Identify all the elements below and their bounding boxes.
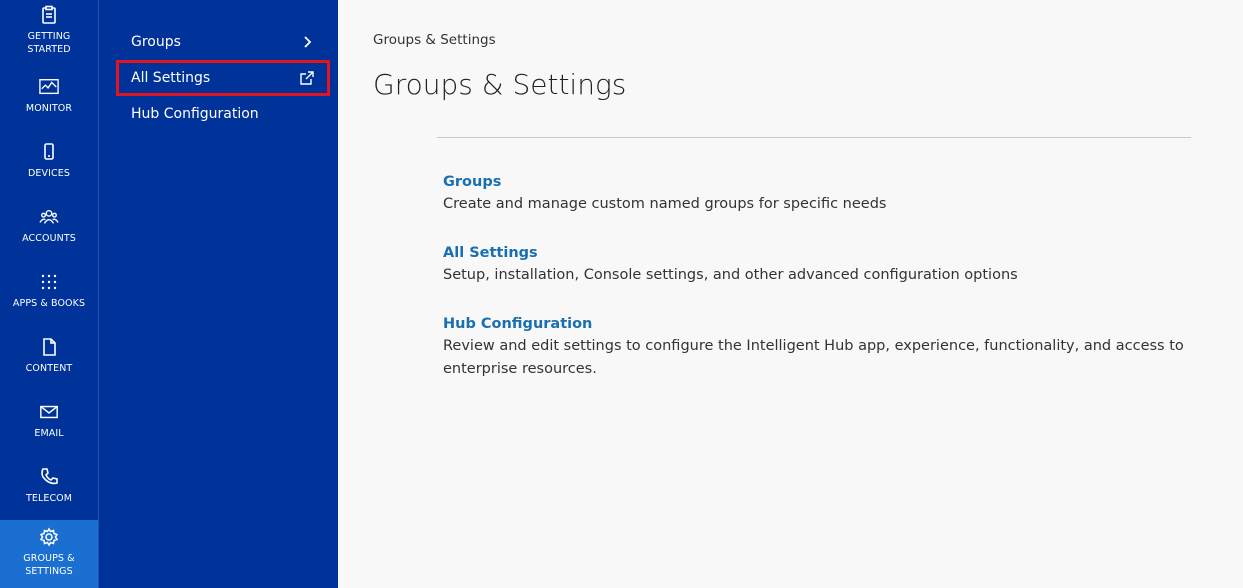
entry-all-settings-description: Setup, installation, Console settings, a… [443, 267, 1018, 283]
subnav-item-groups[interactable]: Groups [119, 27, 327, 57]
nav-accounts[interactable]: ACCOUNTS [0, 206, 98, 245]
nav-apps-books[interactable]: APPS & BOOKS [0, 271, 98, 310]
entry-groups-link[interactable]: Groups [443, 174, 501, 190]
nav-devices-label: DEVICES [28, 168, 70, 179]
envelope-icon [38, 401, 60, 423]
subnav-item-groups-label: Groups [131, 34, 181, 50]
monitor-chart-icon [38, 76, 60, 98]
users-icon [38, 206, 60, 228]
nav-email-label: EMAIL [34, 428, 64, 439]
entry-groups-description: Create and manage custom named groups fo… [443, 196, 887, 212]
entry-all-settings-link[interactable]: All Settings [443, 245, 538, 261]
nav-monitor-label: MONITOR [25, 103, 73, 114]
main-content: Groups & Settings Groups & Settings Grou… [337, 0, 1243, 588]
entry-all-settings: All Settings Setup, installation, Consol… [443, 244, 1243, 287]
subnav-item-hub-configuration-label: Hub Configuration [131, 106, 259, 122]
nav-getting-started-label: GETTING STARTED [27, 31, 71, 55]
entry-hub-configuration-description: Review and edit settings to configure th… [443, 338, 1184, 377]
nav-telecom[interactable]: TELECOM [0, 466, 98, 505]
subnav-item-all-settings-label: All Settings [131, 70, 211, 86]
breadcrumb: Groups & Settings [373, 32, 496, 48]
external-link-icon [299, 70, 315, 86]
main-nav-rail: GETTING STARTED MONITOR DEVICES ACCOUNTS … [0, 0, 98, 588]
clipboard-icon [38, 4, 60, 26]
entry-hub-configuration: Hub Configuration Review and edit settin… [443, 315, 1243, 381]
nav-groups-settings[interactable]: GROUPS & SETTINGS [0, 520, 98, 588]
nav-email[interactable]: EMAIL [0, 401, 98, 440]
subnav-item-all-settings[interactable]: All Settings [116, 60, 330, 96]
nav-getting-started[interactable]: GETTING STARTED [0, 4, 98, 56]
page-title: Groups & Settings [373, 68, 627, 101]
nav-content[interactable]: CONTENT [0, 336, 98, 375]
chevron-right-icon [299, 34, 315, 50]
nav-monitor[interactable]: MONITOR [0, 76, 98, 115]
subnav-item-hub-configuration[interactable]: Hub Configuration [119, 99, 327, 129]
nav-accounts-label: ACCOUNTS [22, 233, 76, 244]
telephone-icon [38, 466, 60, 488]
gear-icon [38, 526, 60, 548]
nav-apps-books-label: APPS & BOOKS [12, 298, 86, 309]
divider [437, 137, 1191, 138]
nav-telecom-label: TELECOM [25, 493, 73, 504]
entry-groups: Groups Create and manage custom named gr… [443, 173, 1243, 216]
document-icon [38, 336, 60, 358]
entry-hub-configuration-link[interactable]: Hub Configuration [443, 316, 592, 332]
nav-groups-settings-label: GROUPS & SETTINGS [23, 553, 75, 577]
nav-devices[interactable]: DEVICES [0, 141, 98, 180]
groups-settings-subnav: Groups All Settings Hub Configuration [98, 0, 338, 588]
grid-icon [38, 271, 60, 293]
nav-content-label: CONTENT [25, 363, 73, 374]
phone-icon [38, 141, 60, 163]
